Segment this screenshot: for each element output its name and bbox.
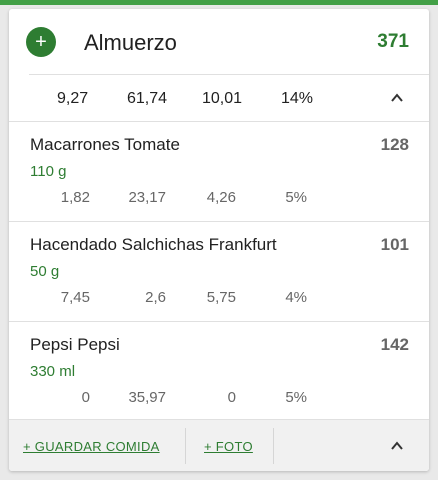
save-meal-button[interactable]: + GUARDAR COMIDA — [23, 439, 160, 454]
meal-card: + Almuerzo 371 9,27 61,74 10,01 14% Maca… — [9, 9, 429, 471]
food-macro-3: 0 — [227, 389, 236, 406]
food-macro-1: 7,45 — [60, 289, 90, 306]
food-name: Macarrones Tomate — [30, 135, 180, 154]
summary-macro-3: 10,01 — [202, 90, 243, 107]
footer-divider — [273, 428, 274, 464]
top-accent-bar — [0, 0, 438, 5]
food-percent: 5% — [285, 189, 307, 206]
footer-divider — [185, 428, 186, 464]
food-quantity: 110 g — [30, 163, 67, 180]
summary-macro-2: 61,74 — [127, 90, 168, 107]
add-food-button[interactable]: + — [26, 27, 56, 57]
food-macro-3: 4,26 — [206, 189, 236, 206]
food-macro-2: 23,17 — [128, 189, 166, 206]
meal-macro-summary: 9,27 61,74 10,01 14% — [29, 74, 429, 121]
food-percent: 5% — [285, 389, 307, 406]
food-percent: 4% — [285, 289, 307, 306]
food-macro-1: 1,82 — [60, 189, 90, 206]
summary-macro-1: 9,27 — [57, 90, 89, 107]
meal-title: Almuerzo — [84, 30, 177, 55]
food-name: Pepsi Pepsi — [30, 335, 120, 354]
food-item[interactable]: Macarrones Tomate 128 110 g 1,82 23,17 4… — [9, 121, 429, 222]
meal-footer: + GUARDAR COMIDA + FOTO — [9, 419, 429, 471]
food-macro-2: 35,97 — [128, 389, 166, 406]
meal-total-kcal: 371 — [377, 31, 409, 52]
chevron-up-icon[interactable] — [391, 92, 403, 104]
summary-percent: 14% — [281, 90, 314, 107]
food-kcal: 128 — [380, 135, 409, 154]
chevron-up-icon[interactable] — [391, 440, 403, 452]
food-kcal: 142 — [380, 335, 409, 354]
food-item[interactable]: Pepsi Pepsi 142 330 ml 0 35,97 0 5% — [9, 321, 429, 422]
food-macro-1: 0 — [81, 389, 90, 406]
food-macro-2: 2,6 — [145, 289, 166, 306]
food-name: Hacendado Salchichas Frankfurt — [30, 235, 277, 254]
food-quantity: 50 g — [30, 263, 60, 280]
plus-icon: + — [35, 31, 47, 53]
food-item[interactable]: Hacendado Salchichas Frankfurt 101 50 g … — [9, 221, 429, 322]
food-kcal: 101 — [380, 235, 409, 254]
food-macro-3: 5,75 — [206, 289, 236, 306]
meal-header: + Almuerzo 371 — [9, 9, 429, 73]
food-quantity: 330 ml — [30, 363, 76, 380]
add-photo-button[interactable]: + FOTO — [204, 439, 253, 454]
